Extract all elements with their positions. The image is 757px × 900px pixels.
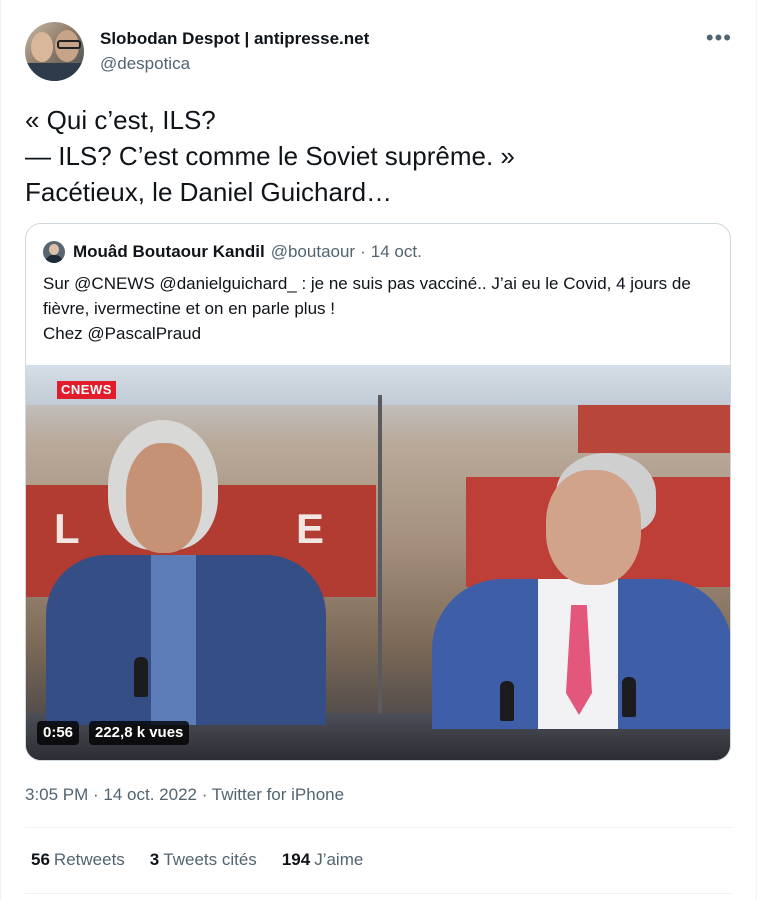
stat-quote-tweets[interactable]: 3 Tweets cités [150, 849, 257, 871]
tweet-page: Slobodan Despot | antipresse.net @despot… [0, 0, 757, 900]
avatar-shirt [25, 63, 84, 81]
quoted-display-name: Mouâd Boutaour Kandil [73, 242, 265, 261]
avatar[interactable] [25, 22, 84, 81]
author-names: Slobodan Despot | antipresse.net @despot… [100, 28, 369, 75]
quoted-separator: · [360, 242, 366, 261]
backdrop-letter: E [296, 505, 325, 552]
host-face [546, 470, 641, 585]
video-player[interactable]: L E CNEWS 0:56 222,8 k vues [26, 365, 730, 760]
stat-likes[interactable]: 194 J’aime [282, 849, 364, 871]
video-views-badge: 222,8 k vues [89, 721, 190, 745]
author-display-name[interactable]: Slobodan Despot | antipresse.net [100, 28, 369, 50]
stat-label: Tweets cités [163, 850, 257, 869]
divider [25, 827, 733, 828]
quoted-tweet-text: Sur @CNEWS @danielguichard_ : je ne suis… [43, 274, 691, 343]
microphone-icon [500, 681, 514, 721]
tweet-author: Slobodan Despot | antipresse.net @despot… [25, 22, 369, 81]
stat-count: 194 [281, 850, 311, 869]
guest-face [126, 443, 202, 553]
video-duration-badge: 0:56 [37, 721, 80, 745]
quoted-date: 14 oct. [370, 242, 422, 261]
microphone-icon [622, 677, 636, 717]
video-backdrop-panel [578, 405, 730, 453]
avatar-face-left [31, 32, 53, 62]
stat-label: J’aime [314, 850, 364, 869]
stat-count: 56 [31, 850, 50, 869]
microphone-icon [134, 657, 148, 697]
quoted-tweet-header: Mouâd Boutaour Kandil @boutaour · 14 oct… [43, 241, 422, 263]
divider [25, 893, 733, 894]
tweet-timestamp[interactable]: 3:05 PM · 14 oct. 2022 · Twitter for iPh… [25, 784, 344, 806]
quoted-avatar [43, 241, 65, 263]
quoted-tweet[interactable]: Mouâd Boutaour Kandil @boutaour · 14 oct… [25, 223, 731, 761]
backdrop-letter: L [54, 505, 80, 552]
channel-logo: CNEWS [57, 381, 116, 399]
guest-shirt [151, 555, 196, 725]
author-handle[interactable]: @despotica [100, 53, 369, 75]
quoted-handle: @boutaour [270, 242, 356, 261]
tweet-stats: 56 Retweets 3 Tweets cités 194 J’aime [31, 849, 388, 871]
more-horizontal-icon[interactable]: ••• [706, 27, 732, 49]
stat-retweets[interactable]: 56 Retweets [31, 849, 125, 871]
video-split-divider [378, 395, 382, 715]
avatar-glasses [57, 40, 81, 49]
tweet-text: « Qui c’est, ILS? — ILS? C’est comme le … [25, 105, 515, 207]
stat-count: 3 [149, 850, 160, 869]
stat-label: Retweets [53, 850, 125, 869]
